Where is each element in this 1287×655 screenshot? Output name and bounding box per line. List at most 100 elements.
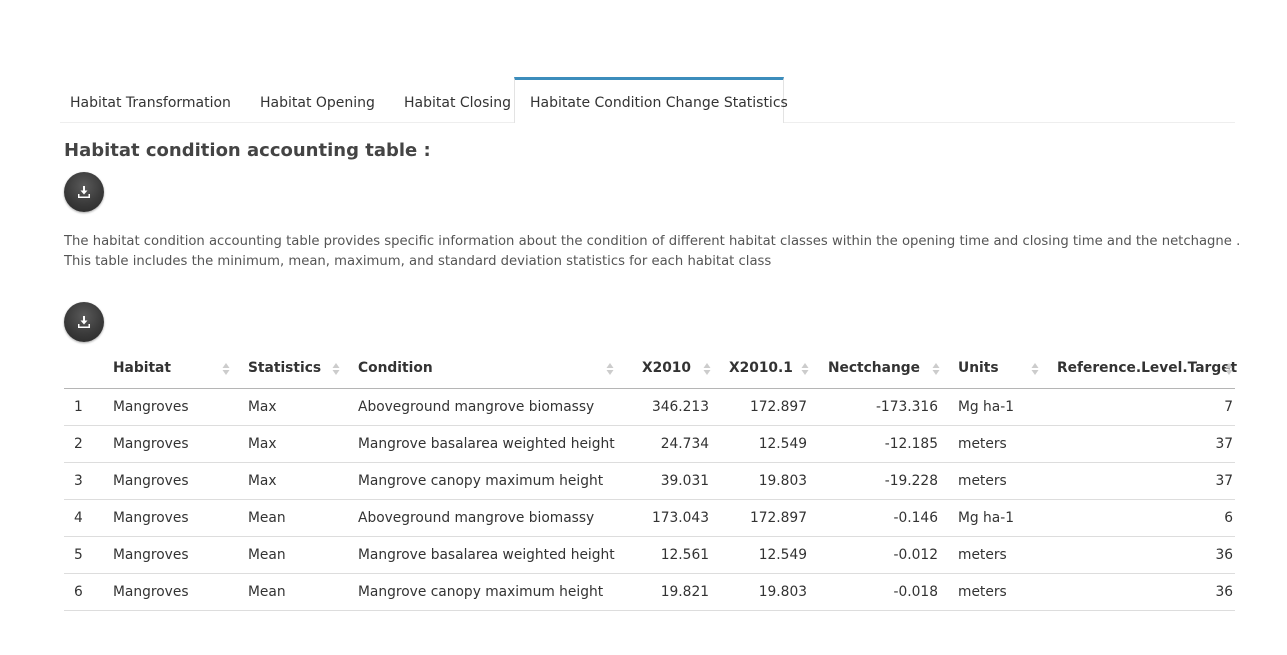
cell-reference-level-target: 37 [1047, 462, 1235, 500]
table-row[interactable]: 5 Mangroves Mean Mangrove basalarea weig… [64, 536, 1235, 574]
table-row[interactable]: 4 Mangroves Mean Aboveground mangrove bi… [64, 499, 1235, 537]
cell-nectchange: -173.316 [817, 388, 948, 426]
download-icon [78, 316, 90, 328]
download-icon [78, 186, 90, 198]
cell-units: Mg ha-1 [948, 388, 1047, 426]
cell-statistics: Mean [238, 536, 348, 574]
cell-units: meters [948, 425, 1047, 463]
tab-habitat-closing[interactable]: Habitat Closing [394, 78, 514, 122]
sort-arrows-icon [801, 363, 809, 375]
column-header-label: Statistics [248, 360, 322, 377]
cell-units: Mg ha-1 [948, 499, 1047, 537]
cell-statistics: Max [238, 425, 348, 463]
habitat-condition-table: Habitat Statistics Condition X2010 X2010… [64, 349, 1238, 611]
cell-x2010-1: 19.803 [719, 462, 817, 500]
cell-index: 4 [64, 499, 103, 537]
cell-index: 5 [64, 536, 103, 574]
sort-arrows-icon [932, 363, 940, 375]
column-header-habitat[interactable]: Habitat [103, 349, 238, 389]
cell-units: meters [948, 573, 1047, 611]
cell-x2010-1: 12.549 [719, 536, 817, 574]
table-row[interactable]: 2 Mangroves Max Mangrove basalarea weigh… [64, 425, 1235, 463]
sort-arrows-icon [332, 363, 340, 375]
column-header-reference-level-target[interactable]: Reference.Level.Target [1047, 349, 1238, 389]
table-row[interactable]: 1 Mangroves Max Aboveground mangrove bio… [64, 388, 1235, 426]
download-table-button[interactable] [64, 302, 104, 342]
description-line-2: This table includes the minimum, mean, m… [64, 254, 772, 269]
cell-statistics: Max [238, 462, 348, 500]
column-header-label: Reference.Level.Target [1057, 360, 1238, 377]
tab-habitat-opening[interactable]: Habitat Opening [250, 78, 394, 122]
cell-x2010-1: 12.549 [719, 425, 817, 463]
cell-nectchange: -19.228 [817, 462, 948, 500]
column-header-index [64, 349, 103, 389]
tab-bar: Habitat Transformation Habitat Opening H… [60, 77, 1235, 123]
cell-index: 3 [64, 462, 103, 500]
section-title: Habitat condition accounting table : [64, 140, 431, 161]
cell-habitat: Mangroves [103, 536, 238, 574]
cell-x2010: 12.561 [622, 536, 719, 574]
cell-reference-level-target: 6 [1047, 499, 1235, 537]
cell-units: meters [948, 462, 1047, 500]
sort-arrows-icon [1031, 363, 1039, 375]
cell-index: 2 [64, 425, 103, 463]
cell-index: 6 [64, 573, 103, 611]
column-header-nectchange[interactable]: Nectchange [817, 349, 948, 389]
column-header-x2010[interactable]: X2010 [622, 349, 719, 389]
cell-index: 1 [64, 388, 103, 426]
cell-x2010: 173.043 [622, 499, 719, 537]
cell-condition: Mangrove canopy maximum height [348, 573, 622, 611]
description-line-1: The habitat condition accounting table p… [64, 234, 1241, 249]
cell-condition: Mangrove basalarea weighted height [348, 536, 622, 574]
cell-condition: Mangrove canopy maximum height [348, 462, 622, 500]
sort-arrows-icon [222, 363, 230, 375]
cell-x2010: 346.213 [622, 388, 719, 426]
cell-habitat: Mangroves [103, 388, 238, 426]
column-header-x2010-1[interactable]: X2010.1 [719, 349, 817, 389]
cell-nectchange: -12.185 [817, 425, 948, 463]
cell-condition: Mangrove basalarea weighted height [348, 425, 622, 463]
cell-nectchange: -0.012 [817, 536, 948, 574]
sort-arrows-icon [606, 363, 614, 375]
download-button-top[interactable] [64, 172, 104, 212]
cell-x2010-1: 19.803 [719, 573, 817, 611]
section-description: The habitat condition accounting table p… [64, 232, 1241, 272]
tab-habitat-transformation[interactable]: Habitat Transformation [60, 78, 250, 122]
column-header-statistics[interactable]: Statistics [238, 349, 348, 389]
cell-habitat: Mangroves [103, 425, 238, 463]
sort-arrows-icon [1225, 363, 1233, 375]
column-header-label: X2010.1 [729, 360, 793, 377]
cell-reference-level-target: 36 [1047, 573, 1235, 611]
cell-habitat: Mangroves [103, 573, 238, 611]
cell-nectchange: -0.146 [817, 499, 948, 537]
column-header-label: Units [958, 360, 999, 377]
cell-x2010-1: 172.897 [719, 388, 817, 426]
cell-reference-level-target: 37 [1047, 425, 1235, 463]
cell-units: meters [948, 536, 1047, 574]
page: Habitat Transformation Habitat Opening H… [0, 0, 1287, 655]
column-header-label: Nectchange [827, 360, 920, 377]
sort-arrows-icon [703, 363, 711, 375]
cell-x2010-1: 172.897 [719, 499, 817, 537]
cell-condition: Aboveground mangrove biomassy [348, 388, 622, 426]
cell-x2010: 19.821 [622, 573, 719, 611]
cell-x2010: 39.031 [622, 462, 719, 500]
tab-habitat-condition-change-statistics[interactable]: Habitate Condition Change Statistics [514, 77, 788, 123]
cell-reference-level-target: 36 [1047, 536, 1235, 574]
cell-condition: Aboveground mangrove biomassy [348, 499, 622, 537]
column-header-label: Condition [358, 360, 433, 377]
column-header-label: X2010 [641, 360, 691, 377]
cell-statistics: Mean [238, 573, 348, 611]
cell-x2010: 24.734 [622, 425, 719, 463]
column-header-condition[interactable]: Condition [348, 349, 622, 389]
table-row[interactable]: 6 Mangroves Mean Mangrove canopy maximum… [64, 573, 1235, 611]
cell-habitat: Mangroves [103, 462, 238, 500]
table-header-row: Habitat Statistics Condition X2010 X2010… [64, 349, 1238, 389]
cell-habitat: Mangroves [103, 499, 238, 537]
table-row[interactable]: 3 Mangroves Max Mangrove canopy maximum … [64, 462, 1235, 500]
cell-reference-level-target: 7 [1047, 388, 1235, 426]
cell-nectchange: -0.018 [817, 573, 948, 611]
cell-statistics: Max [238, 388, 348, 426]
column-header-label: Habitat [113, 360, 171, 377]
column-header-units[interactable]: Units [948, 349, 1047, 389]
